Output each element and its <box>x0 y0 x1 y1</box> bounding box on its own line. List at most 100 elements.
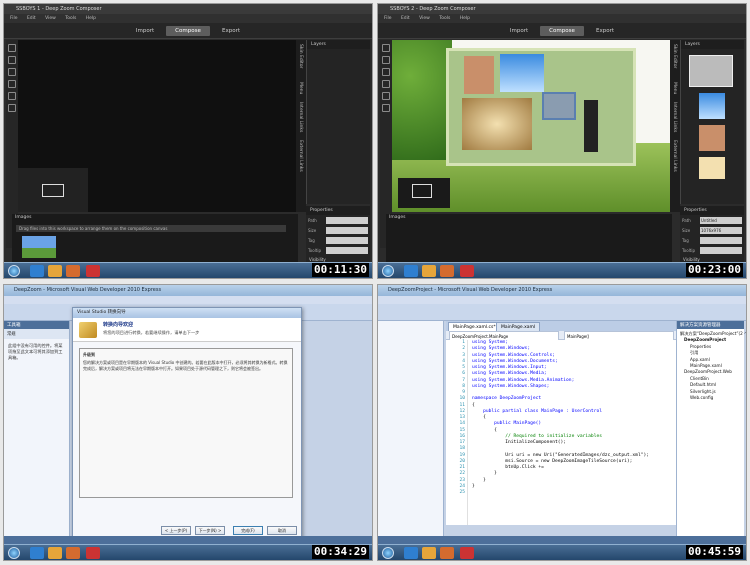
viewport-rect[interactable] <box>42 184 64 197</box>
dzc-window-2: SSBOYS 2 - Deep Zoom Composer File Edit … <box>377 3 747 279</box>
explorer-icon[interactable] <box>48 265 62 277</box>
app-icon[interactable] <box>460 547 474 559</box>
photo-person[interactable] <box>584 100 598 152</box>
side-tab-external[interactable]: External Links <box>672 140 677 172</box>
select-tool-icon[interactable] <box>382 44 390 52</box>
code-text[interactable]: using System; using System.Windows; using … <box>472 340 678 496</box>
images-title: Images <box>15 215 32 220</box>
start-button-icon[interactable] <box>382 265 394 277</box>
dialog-body-text: 您的解决方案或项目是在早期版本的 Visual Studio 中创建的。若要在此… <box>83 360 288 371</box>
side-tab-menu[interactable]: Menu <box>672 82 677 94</box>
menu-tools[interactable]: Tools <box>439 16 450 21</box>
tab-import[interactable]: Import <box>502 26 536 36</box>
photo-dog[interactable] <box>462 98 532 150</box>
layer-thumb-4[interactable] <box>699 157 725 179</box>
side-tab-internal[interactable]: Internal Links <box>672 102 677 132</box>
align-tool-icon[interactable] <box>8 80 16 88</box>
toolbox-panel: 工具箱 常规 此组中没有可用的控件。将某项拖至此文本可将其添加到工具箱。 <box>4 321 70 544</box>
menu-file[interactable]: File <box>384 16 392 21</box>
media-icon[interactable] <box>66 265 80 277</box>
app-icon[interactable] <box>86 547 100 559</box>
document-tabs: MainPage.xaml.cs* MainPage.xaml <box>446 321 678 331</box>
window-title: SSBOYS 1 - Deep Zoom Composer <box>4 4 372 14</box>
zoom-tool-icon[interactable] <box>382 68 390 76</box>
menu-bar <box>378 296 746 304</box>
tab-import[interactable]: Import <box>128 26 162 36</box>
side-tab-skin[interactable]: Skin Editor <box>672 44 677 68</box>
grid-tool-icon[interactable] <box>8 104 16 112</box>
grid-tool-icon[interactable] <box>382 104 390 112</box>
menu-help[interactable]: Help <box>86 16 96 21</box>
composition-canvas[interactable] <box>392 40 670 212</box>
tab-compose[interactable]: Compose <box>540 26 584 36</box>
explorer-icon[interactable] <box>422 265 436 277</box>
layers-panel: Layers <box>680 40 744 204</box>
tab-mainpage-xaml[interactable]: MainPage.xaml <box>496 322 541 331</box>
tree-web-config[interactable]: Web.config <box>680 395 742 401</box>
window-title: DeepZoom - Microsoft Visual Web Develope… <box>4 285 372 296</box>
prop-tooltip: Tooltip <box>682 246 742 255</box>
menu-file[interactable]: File <box>10 16 18 21</box>
zoom-tool-icon[interactable] <box>8 68 16 76</box>
ie-icon[interactable] <box>404 547 418 559</box>
code-editor[interactable]: 1 2 3 4 5 6 7 8 9 10 11 12 13 14 15 16 17 18 19 20 21 22 23 24 2… <box>446 340 738 557</box>
layer-thumb-3[interactable] <box>699 125 725 151</box>
cancel-button[interactable]: 取消 <box>267 526 297 535</box>
menu-edit[interactable]: Edit <box>27 16 36 21</box>
pan-tool-icon[interactable] <box>8 56 16 64</box>
side-tab-skin[interactable]: Skin Editor <box>298 44 303 68</box>
dialog-subheading: 将您的项目进行转换，若要继续操作，请单击下一步 <box>103 330 200 335</box>
app-icon[interactable] <box>460 265 474 277</box>
photo-girl[interactable] <box>464 56 494 94</box>
line-number: 25 <box>459 490 465 495</box>
tab-compose[interactable]: Compose <box>166 26 210 36</box>
tab-mainpage-cs[interactable]: MainPage.xaml.cs* <box>448 322 501 331</box>
start-button-icon[interactable] <box>8 265 20 277</box>
properties-title: Properties <box>306 206 370 215</box>
next-button[interactable]: 下一步(N) > <box>195 526 225 535</box>
menu-tools[interactable]: Tools <box>65 16 76 21</box>
menu-edit[interactable]: Edit <box>401 16 410 21</box>
select-tool-icon[interactable] <box>8 44 16 52</box>
menu-help[interactable]: Help <box>460 16 470 21</box>
photo-sky[interactable] <box>500 54 544 92</box>
media-icon[interactable] <box>440 265 454 277</box>
menu-view[interactable]: View <box>45 16 56 21</box>
ie-icon[interactable] <box>404 265 418 277</box>
align-tool-icon[interactable] <box>382 80 390 88</box>
navigator-minimap[interactable] <box>398 178 450 208</box>
tab-export[interactable]: Export <box>588 26 622 36</box>
app-icon[interactable] <box>86 265 100 277</box>
side-tab-internal[interactable]: Internal Links <box>298 102 303 132</box>
toolbox-group[interactable]: 常规 <box>4 329 69 339</box>
composition-canvas[interactable] <box>18 40 296 212</box>
explorer-icon[interactable] <box>422 547 436 559</box>
media-icon[interactable] <box>440 547 454 559</box>
tab-export[interactable]: Export <box>214 26 248 36</box>
arrange-tool-icon[interactable] <box>8 92 16 100</box>
pan-tool-icon[interactable] <box>382 56 390 64</box>
dialog-body-title: 升级到 <box>83 352 95 357</box>
tree-image[interactable] <box>392 40 452 160</box>
navigator-minimap[interactable] <box>18 168 88 212</box>
arrange-tool-icon[interactable] <box>382 92 390 100</box>
code-line[interactable] <box>472 490 678 496</box>
image-thumbnail[interactable] <box>22 236 56 258</box>
finish-button[interactable]: 完成(F) <box>233 526 263 535</box>
code-line[interactable]: Uri uri = new Uri("GeneratedImages/dzc_o… <box>472 453 678 459</box>
photo-selected[interactable] <box>542 92 576 120</box>
ie-icon[interactable] <box>30 547 44 559</box>
layer-thumb-2[interactable] <box>699 93 725 119</box>
media-icon[interactable] <box>66 547 80 559</box>
video-timestamp: 00:23:00 <box>686 263 743 277</box>
back-button[interactable]: < 上一步(P) <box>161 526 191 535</box>
side-tab-menu[interactable]: Menu <box>298 82 303 94</box>
layer-thumb-1[interactable] <box>689 55 733 87</box>
side-tab-external[interactable]: External Links <box>298 140 303 172</box>
explorer-icon[interactable] <box>48 547 62 559</box>
start-button-icon[interactable] <box>382 547 394 559</box>
menu-view[interactable]: View <box>419 16 430 21</box>
start-button-icon[interactable] <box>8 547 20 559</box>
viewport-rect[interactable] <box>412 184 432 198</box>
ie-icon[interactable] <box>30 265 44 277</box>
